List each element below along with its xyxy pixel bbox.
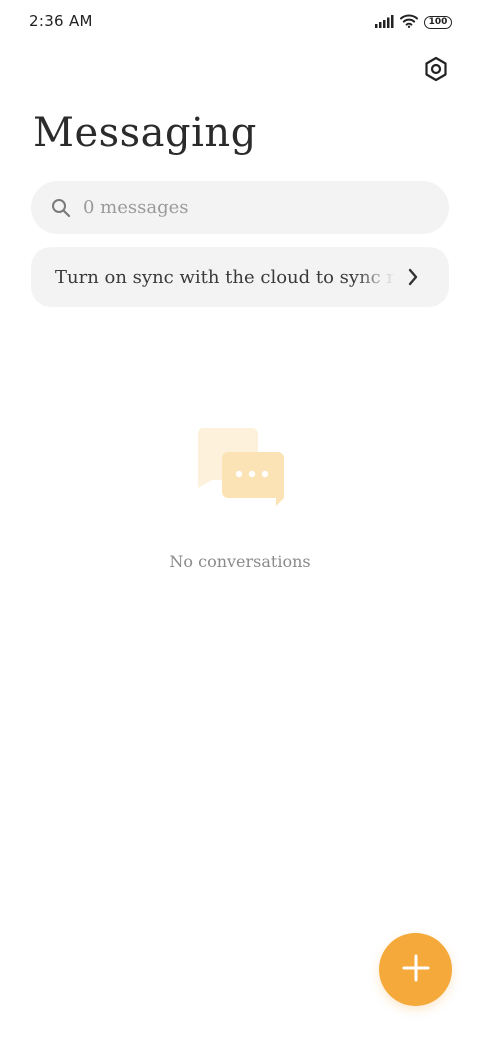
empty-state-text: No conversations	[169, 552, 311, 571]
status-icons: 100	[375, 12, 452, 32]
plus-icon	[402, 954, 430, 986]
sync-banner[interactable]: Turn on sync with the cloud to sync mess…	[31, 247, 449, 307]
sync-banner-text: Turn on sync with the cloud to sync mess…	[55, 266, 395, 288]
battery-level: 100	[428, 16, 448, 27]
settings-icon	[423, 56, 449, 86]
sync-text-container: Turn on sync with the cloud to sync mess…	[55, 266, 395, 288]
wifi-icon	[400, 13, 418, 32]
search-input[interactable]: 0 messages	[83, 197, 189, 218]
search-bar[interactable]: 0 messages	[31, 181, 449, 234]
new-message-button[interactable]	[379, 933, 452, 1006]
status-time: 2:36 AM	[29, 12, 93, 30]
signal-icon	[375, 13, 394, 32]
sync-text-fade	[355, 266, 395, 288]
battery-icon: 100	[424, 15, 452, 29]
search-icon	[51, 198, 71, 218]
settings-button[interactable]	[420, 55, 452, 87]
page-title: Messaging	[33, 110, 257, 156]
messaging-screen: 2:36 AM 100 Messaging 0 messages Turn on…	[0, 0, 480, 1040]
chevron-right-icon[interactable]	[401, 265, 425, 289]
status-bar: 2:36 AM 100	[0, 0, 480, 44]
chat-bubbles-icon	[196, 428, 286, 508]
